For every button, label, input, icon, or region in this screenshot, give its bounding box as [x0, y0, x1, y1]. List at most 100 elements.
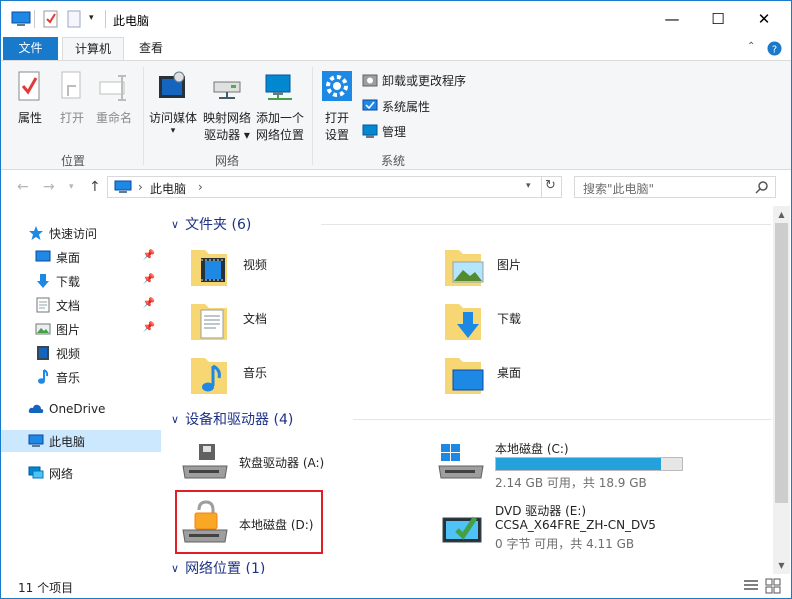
pin-icon[interactable]: 📌 — [143, 250, 155, 261]
drive-free-space: 2.14 GB 可用，共 18.9 GB — [495, 476, 647, 490]
folder-label: 音乐 — [243, 366, 268, 380]
new-folder-qa-icon[interactable] — [67, 10, 81, 28]
search-icon[interactable] — [755, 180, 769, 194]
open-label: 打开 — [59, 111, 84, 125]
pin-icon[interactable]: 📌 — [143, 298, 155, 309]
map-drive-label-1: 映射网络 — [202, 111, 251, 125]
large-icons-view-icon[interactable] — [765, 578, 781, 594]
scroll-thumb[interactable] — [775, 223, 788, 503]
section-folders[interactable]: ∨ 文件夹 (6) — [171, 214, 771, 234]
address-bar[interactable]: › 此电脑 › ▾ ↻ — [107, 176, 562, 198]
open-settings-label-1: 打开 — [324, 111, 349, 125]
uninstall-label: 卸载或更改程序 — [382, 73, 467, 88]
uninstall-button[interactable]: 卸载或更改程序 — [362, 70, 466, 90]
folder-videos[interactable]: 视频 — [187, 242, 417, 290]
nav-pictures[interactable]: 图片 📌 — [1, 318, 161, 340]
add-network-location-button[interactable]: 添加一个 网络位置 — [253, 70, 307, 144]
drive-free-space: 0 字节 可用，共 4.11 GB — [495, 537, 635, 551]
breadcrumb-separator: › — [138, 180, 143, 194]
chevron-down-icon: ∨ — [171, 561, 180, 575]
close-button[interactable]: ✕ — [741, 1, 787, 37]
drive-local-c[interactable]: 本地磁盘 (C:) 2.14 GB 可用，共 18.9 GB — [435, 436, 705, 490]
manage-button[interactable]: 管理 — [362, 121, 406, 141]
recent-dropdown-icon[interactable]: ▾ — [69, 182, 74, 192]
network-group-label: 网络 — [215, 154, 240, 168]
open-settings-button[interactable]: 打开 设置 — [319, 70, 355, 144]
manage-label: 管理 — [382, 124, 407, 139]
nav-this-pc[interactable]: 此电脑 — [1, 430, 161, 452]
scroll-down-arrow-icon[interactable]: ▼ — [773, 557, 790, 574]
search-input[interactable]: 搜索"此电脑" — [574, 176, 776, 198]
address-dropdown-icon[interactable]: ▾ — [526, 181, 531, 191]
nav-videos[interactable]: 视频 — [1, 342, 161, 364]
section-title: 文件夹 (6) — [185, 217, 252, 233]
tab-view[interactable]: 查看 — [129, 37, 173, 61]
folder-music[interactable]: 音乐 — [187, 350, 417, 398]
uninstall-icon — [362, 74, 378, 87]
minimize-button[interactable]: — — [649, 1, 695, 37]
system-properties-button[interactable]: 系统属性 — [362, 96, 430, 116]
section-network-locations[interactable]: ∨ 网络位置 (1) — [171, 558, 771, 574]
network-drive-icon — [213, 81, 241, 99]
rename-label: 重命名 — [95, 111, 132, 125]
drive-name: DVD 驱动器 (E:) — [495, 504, 587, 518]
maximize-button[interactable]: ☐ — [695, 1, 741, 37]
add-location-label-1: 添加一个 — [255, 111, 304, 125]
nav-onedrive[interactable]: OneDrive — [1, 398, 161, 420]
forward-arrow-icon[interactable]: → — [43, 179, 55, 195]
section-title: 设备和驱动器 (4) — [185, 412, 294, 428]
vertical-scrollbar[interactable]: ▲ ▼ — [773, 206, 790, 574]
nav-music[interactable]: 音乐 — [1, 366, 161, 388]
help-icon[interactable]: ? — [767, 41, 782, 56]
section-divider — [353, 419, 771, 420]
tab-computer[interactable]: 计算机 — [62, 37, 124, 61]
folder-label: 图片 — [497, 258, 522, 272]
properties-button[interactable]: 属性 — [11, 70, 49, 127]
chevron-down-icon: ∨ — [171, 412, 180, 426]
map-network-drive-button[interactable]: 映射网络 驱动器 ▾ — [201, 70, 253, 144]
properties-qa-icon[interactable] — [43, 10, 59, 28]
tab-file[interactable]: 文件 — [3, 37, 58, 60]
up-arrow-icon[interactable]: ↑ — [89, 179, 101, 195]
folder-desktop[interactable]: 桌面 — [441, 350, 671, 398]
map-drive-label-2: 驱动器 ▾ — [204, 128, 250, 142]
back-arrow-icon[interactable]: ← — [17, 179, 29, 195]
rename-button[interactable]: 重命名 — [93, 70, 135, 127]
refresh-icon[interactable]: ↻ — [545, 178, 556, 193]
section-devices[interactable]: ∨ 设备和驱动器 (4) — [171, 409, 771, 429]
details-view-icon[interactable] — [743, 579, 759, 593]
location-group-label: 位置 — [61, 154, 86, 168]
nav-desktop[interactable]: 桌面 📌 — [1, 246, 161, 268]
ribbon-collapse-icon[interactable]: ⌃ — [747, 41, 755, 52]
navigation-pane: 快速访问 桌面 📌 下载 📌 文档 📌 图片 📌 视频 音乐 OneDrive … — [1, 206, 161, 574]
section-divider — [321, 224, 771, 225]
ribbon-separator — [312, 67, 313, 165]
pictures-folder-icon — [445, 250, 484, 286]
desktop-icon — [35, 250, 51, 262]
nav-label: 桌面 — [56, 250, 81, 265]
access-media-button[interactable]: 访问媒体 ▾ — [146, 70, 200, 136]
nav-downloads[interactable]: 下载 📌 — [1, 270, 161, 292]
open-button[interactable]: 打开 — [55, 70, 89, 127]
pin-icon[interactable]: 📌 — [143, 274, 155, 285]
customize-qa-icon[interactable]: ▾ — [89, 13, 94, 31]
open-settings-label-2: 设置 — [324, 128, 349, 142]
scroll-up-arrow-icon[interactable]: ▲ — [773, 206, 790, 223]
nav-network[interactable]: 网络 — [1, 462, 161, 484]
window-title: 此电脑 — [113, 14, 150, 28]
folder-downloads[interactable]: 下载 — [441, 296, 671, 344]
nav-label: OneDrive — [49, 402, 106, 416]
nav-quick-access[interactable]: 快速访问 — [1, 222, 161, 244]
folder-pictures[interactable]: 图片 — [441, 242, 671, 290]
drive-usage-fill — [496, 458, 661, 470]
drive-floppy-a[interactable]: 软盘驱动器 (A:) — [179, 436, 449, 488]
address-divider — [541, 177, 542, 197]
properties-icon — [18, 71, 40, 101]
pin-icon[interactable]: 📌 — [143, 322, 155, 333]
video-icon — [37, 346, 49, 360]
folder-documents[interactable]: 文档 — [187, 296, 417, 344]
nav-documents[interactable]: 文档 📌 — [1, 294, 161, 316]
ribbon: 属性 打开 重命名 位置 访问媒体 ▾ 映射网络 驱动器 ▾ 添加一个 网络位置… — [1, 60, 791, 170]
drive-dvd-e[interactable]: DVD 驱动器 (E:) CCSA_X64FRE_ZH-CN_DV5 0 字节 … — [435, 498, 705, 551]
breadcrumb-this-pc[interactable]: 此电脑 — [150, 180, 186, 197]
